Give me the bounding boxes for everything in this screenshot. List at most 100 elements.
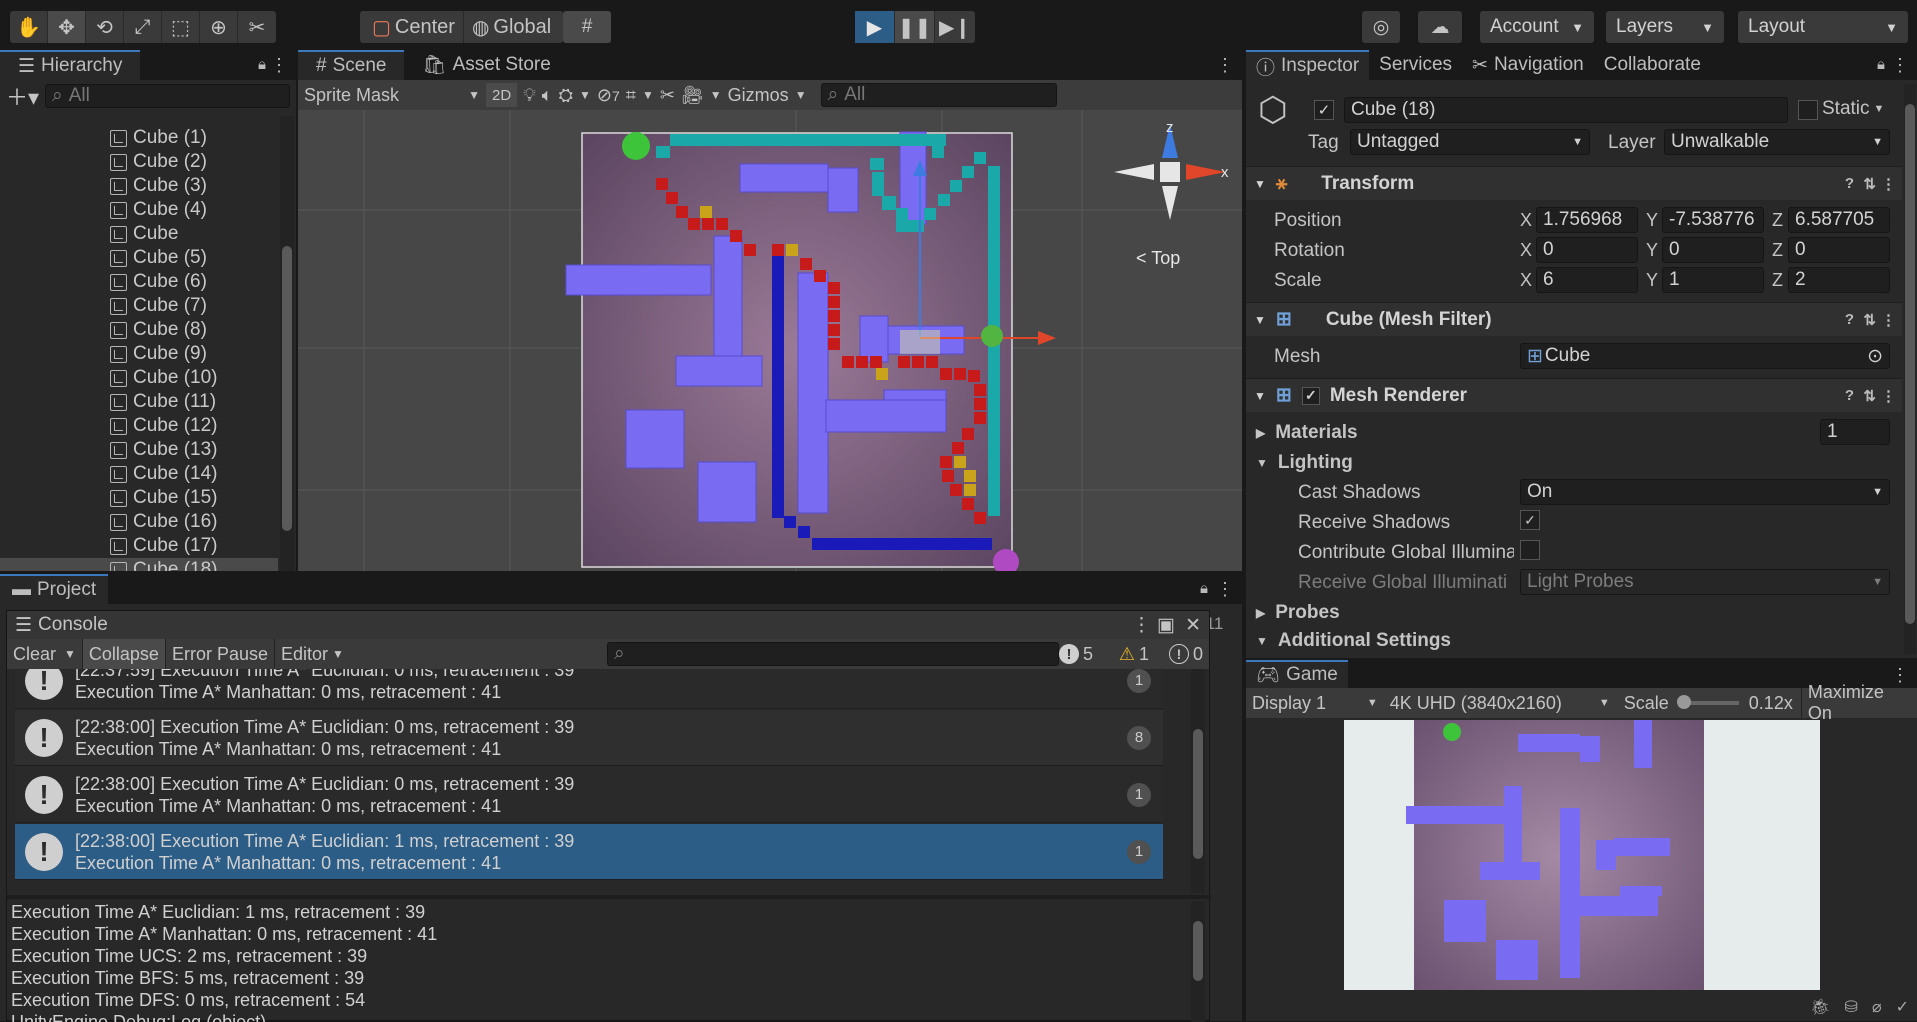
rect-tool-icon[interactable]: ⬚ xyxy=(162,11,200,43)
detail-scrollbar[interactable] xyxy=(1191,901,1205,1022)
hierarchy-item[interactable]: Cube (18) xyxy=(0,558,278,571)
pivot-center-button[interactable]: ▢ Center xyxy=(364,11,464,43)
scale-y-field[interactable]: 1 xyxy=(1662,267,1764,293)
space-global-button[interactable]: ◍ Global xyxy=(464,11,559,43)
mesh-object-field[interactable]: ⊞ Cube ⊙ xyxy=(1520,343,1890,369)
tab-services[interactable]: Services xyxy=(1369,50,1462,80)
display-dropdown[interactable]: Display 1 ▼ xyxy=(1246,688,1384,718)
error-filter-button[interactable]: ! 0 xyxy=(1168,639,1203,669)
console-search-input[interactable]: ⌕ xyxy=(607,642,1059,666)
tab-scene[interactable]: # Scene xyxy=(298,50,405,80)
close-icon[interactable]: ✕ xyxy=(1185,614,1201,637)
object-picker-icon[interactable]: ⊙ xyxy=(1867,345,1883,368)
step-button[interactable]: ▶❙ xyxy=(935,11,975,43)
receive-shadows-checkbox[interactable]: ✓ xyxy=(1520,510,1540,530)
hierarchy-item[interactable]: Cube (11) xyxy=(0,390,278,414)
static-checkbox[interactable] xyxy=(1798,100,1818,120)
help-icon[interactable]: ? xyxy=(1845,175,1854,192)
additional-settings-foldout[interactable]: ▼ Additional Settings xyxy=(1256,630,1451,652)
mesh-renderer-enabled-checkbox[interactable]: ✓ xyxy=(1301,386,1320,405)
hierarchy-item[interactable]: Cube (17) xyxy=(0,534,278,558)
hierarchy-item[interactable]: Cube (4) xyxy=(0,198,278,222)
console-log-row[interactable]: ! [22:38:00] Execution Time A* Euclidian:… xyxy=(15,767,1163,823)
active-checkbox[interactable]: ✓ xyxy=(1314,100,1334,120)
hierarchy-item[interactable]: Cube (9) xyxy=(0,342,278,366)
transform-header[interactable]: ▼ ⚹ Transform ? ⇅ ⋮ xyxy=(1246,166,1902,200)
presets-icon[interactable]: ⇅ xyxy=(1863,387,1876,405)
console-scroll-thumb[interactable] xyxy=(1193,729,1203,859)
more-options-icon[interactable]: ⋮ xyxy=(1881,311,1896,329)
warning-filter-button[interactable]: ⚠ 1 xyxy=(1119,639,1149,669)
rotate-tool-icon[interactable]: ⟲ xyxy=(86,11,124,43)
add-icon[interactable]: ＋▾ xyxy=(6,80,39,112)
account-dropdown[interactable]: Account ▼ xyxy=(1480,11,1594,43)
gizmo-view-label[interactable]: < Top xyxy=(1136,248,1180,268)
hierarchy-item[interactable]: Cube (15) xyxy=(0,486,278,510)
console-log-row[interactable]: ! [22:37:59] Execution Time A* Euclidian:… xyxy=(15,669,1163,709)
tab-inspector[interactable]: ⓘ Inspector xyxy=(1246,50,1370,80)
hierarchy-scrollbar[interactable] xyxy=(280,116,294,571)
more-options-icon[interactable]: ⋮ xyxy=(1881,175,1896,193)
more-options-icon[interactable]: ⋮ xyxy=(1216,55,1234,76)
draw-mode-dropdown[interactable]: Sprite Mask ▼ xyxy=(304,82,480,108)
object-name-input[interactable]: Cube (18) xyxy=(1344,97,1788,123)
hierarchy-item[interactable]: Cube (14) xyxy=(0,462,278,486)
materials-foldout[interactable]: ▶ Materials xyxy=(1256,422,1358,444)
gizmos-dropdown[interactable]: Gizmos ▼ xyxy=(728,85,807,106)
console-scrollbar[interactable] xyxy=(1191,669,1205,893)
pause-button[interactable]: ❚❚ xyxy=(895,11,935,43)
rotation-x-field[interactable]: 0 xyxy=(1536,237,1638,263)
maximize-icon[interactable]: ▣ xyxy=(1157,614,1175,637)
hierarchy-search-input[interactable]: ⌕ All xyxy=(45,84,290,108)
hierarchy-item[interactable]: Cube (8) xyxy=(0,318,278,342)
tab-collaborate[interactable]: Collaborate xyxy=(1594,50,1711,80)
lock-icon[interactable]: 🔒︎ xyxy=(1200,580,1208,597)
hierarchy-item[interactable]: Cube (6) xyxy=(0,270,278,294)
hierarchy-item[interactable]: Cube (7) xyxy=(0,294,278,318)
hierarchy-item[interactable]: Cube (1) xyxy=(0,126,278,150)
editor-dropdown[interactable]: Editor ▼ xyxy=(275,639,350,669)
help-icon[interactable]: ? xyxy=(1845,311,1854,328)
hierarchy-item[interactable]: Cube (2) xyxy=(0,150,278,174)
position-x-field[interactable]: 1.756968 xyxy=(1536,207,1638,233)
error-pause-button[interactable]: Error Pause xyxy=(166,639,275,669)
light-icon[interactable]: 💡︎ xyxy=(523,85,536,106)
collapse-button[interactable]: Collapse xyxy=(82,639,166,669)
hierarchy-item[interactable]: Cube (16) xyxy=(0,510,278,534)
more-options-icon[interactable]: ⋮ xyxy=(1891,55,1909,76)
lighting-foldout[interactable]: ▼ Lighting xyxy=(1256,452,1353,474)
transform-tool-icon[interactable]: ⊕ xyxy=(200,11,238,43)
play-button[interactable]: ▶ xyxy=(855,11,895,43)
hand-tool-icon[interactable]: ✋ xyxy=(10,11,48,43)
more-options-icon[interactable]: ⋮ xyxy=(1132,614,1151,637)
position-y-field[interactable]: -7.538776 xyxy=(1662,207,1764,233)
log-filter-button[interactable]: ! 5 xyxy=(1058,639,1093,669)
collab-button[interactable]: ◎ xyxy=(1362,11,1400,43)
presets-icon[interactable]: ⇅ xyxy=(1863,175,1876,193)
help-icon[interactable]: ? xyxy=(1845,387,1854,404)
static-dropdown[interactable]: Static ▼ xyxy=(1822,98,1884,120)
cloud-button[interactable]: ☁ xyxy=(1418,11,1462,43)
probes-foldout[interactable]: ▶ Probes xyxy=(1256,602,1340,624)
check-circle-icon[interactable]: ✓ xyxy=(1896,997,1909,1017)
camera-icon[interactable]: 🎥︎ xyxy=(681,85,704,106)
toggle-2d-button[interactable]: 2D xyxy=(486,83,518,107)
network-icon[interactable]: ⌀ xyxy=(1872,997,1882,1017)
tab-project[interactable]: ▬ Project xyxy=(0,574,109,604)
lock-icon[interactable]: 🔒︎ xyxy=(1877,56,1885,73)
hierarchy-item[interactable]: Cube xyxy=(0,222,278,246)
console-log-row[interactable]: ! [22:38:00] Execution Time A* Euclidian:… xyxy=(15,710,1163,766)
more-options-icon[interactable]: ⋮ xyxy=(1881,387,1896,405)
lock-icon[interactable]: 🔒︎ xyxy=(258,56,266,73)
bug-icon[interactable]: 🐞︎ xyxy=(1810,997,1830,1017)
scale-slider[interactable] xyxy=(1676,695,1739,709)
hidden-objects-icon[interactable]: ⊘7 xyxy=(597,85,620,106)
audio-icon[interactable]: 🔈︎ xyxy=(542,85,553,106)
hierarchy-item[interactable]: Cube (5) xyxy=(0,246,278,270)
tab-game[interactable]: 🎮︎ Game xyxy=(1246,660,1348,688)
custom-tool-icon[interactable]: ✂ xyxy=(238,11,276,43)
chevron-down-icon[interactable]: ▼ xyxy=(642,88,654,102)
tab-navigation[interactable]: ✂ Navigation xyxy=(1462,50,1594,80)
effects-icon[interactable]: ⛭ xyxy=(559,85,573,106)
resolution-dropdown[interactable]: 4K UHD (3840x2160) ▼ xyxy=(1384,688,1616,718)
